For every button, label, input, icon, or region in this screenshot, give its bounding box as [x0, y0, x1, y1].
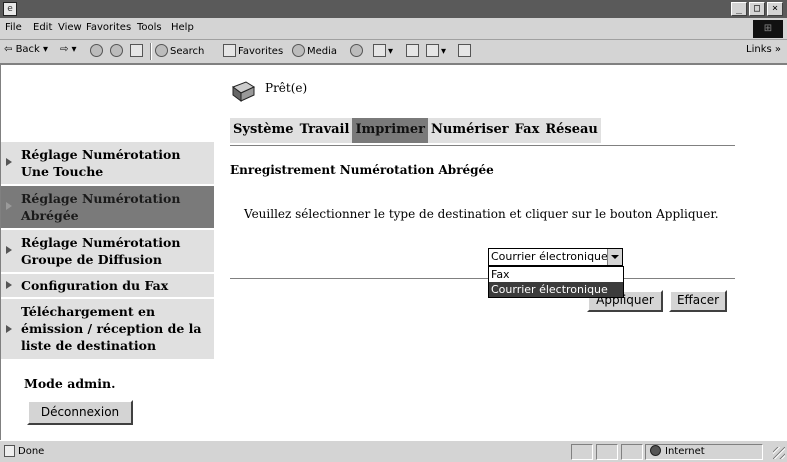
status-label: Done: [18, 446, 45, 457]
tab-system[interactable]: Système: [230, 118, 297, 143]
tab-print[interactable]: Imprimer: [352, 118, 429, 143]
resize-grip-icon[interactable]: [773, 447, 785, 459]
sidebar-item-label: Réglage Numérotation Groupe de Diffusion: [21, 235, 181, 267]
back-label: Back: [15, 44, 40, 55]
admin-mode-label: Mode admin.: [24, 376, 116, 391]
sidebar-item-download[interactable]: Téléchargement en émission / réception d…: [1, 299, 214, 359]
toolbar: ⇦ Back ▾ ⇨ ▾ Search Favorites Media ▾ ▾ …: [0, 40, 787, 64]
menu-view[interactable]: View: [58, 22, 82, 33]
print-icon[interactable]: [406, 44, 421, 57]
close-button[interactable]: ×: [767, 2, 783, 16]
menu-file[interactable]: File: [5, 22, 22, 33]
clear-button[interactable]: Effacer: [669, 290, 727, 312]
divider: [230, 278, 735, 280]
refresh-icon[interactable]: [110, 44, 125, 57]
page-title: Enregistrement Numérotation Abrégée: [230, 163, 494, 177]
zone-label: Internet: [665, 446, 705, 457]
tab-scan[interactable]: Numériser: [428, 118, 512, 143]
menu-favorites[interactable]: Favorites: [86, 22, 131, 33]
stop-icon[interactable]: [90, 44, 105, 57]
arrow-right-icon: [6, 202, 12, 210]
status-done: Done: [4, 445, 44, 457]
sidebar-item-fax-config[interactable]: Configuration du Fax: [1, 274, 214, 297]
sidebar: Réglage Numérotation Une Touche Réglage …: [1, 65, 214, 441]
destination-type-dropdown: Fax Courrier électronique: [488, 266, 624, 298]
history-icon[interactable]: [350, 44, 365, 57]
option-email[interactable]: Courrier électronique: [489, 282, 623, 297]
sidebar-item-abbreviated[interactable]: Réglage Numérotation Abrégée: [1, 186, 214, 228]
sidebar-item-label: Réglage Numérotation Une Touche: [21, 147, 181, 179]
media-label: Media: [307, 46, 338, 57]
sidebar-item-label: Configuration du Fax: [21, 278, 169, 293]
instruction-text: Veuillez sélectionner le type de destina…: [244, 207, 719, 221]
status-panel: [571, 444, 593, 460]
browser-icon: e: [3, 2, 17, 16]
maximize-button[interactable]: □: [749, 2, 765, 16]
tab-network[interactable]: Réseau: [542, 118, 601, 143]
status-text: Prêt(e): [265, 81, 308, 95]
globe-icon: [650, 445, 661, 456]
favorites-label: Favorites: [238, 46, 284, 57]
window-controls: _ □ ×: [731, 2, 783, 16]
mail-icon[interactable]: ▾: [373, 44, 393, 57]
status-bar: Done Internet: [0, 440, 787, 462]
back-button[interactable]: ⇦ Back ▾: [4, 44, 48, 55]
sidebar-item-label: Réglage Numérotation Abrégée: [21, 191, 181, 223]
sidebar-item-one-touch[interactable]: Réglage Numérotation Une Touche: [1, 142, 214, 184]
media-icon: [292, 44, 305, 57]
toolbar-separator: [150, 43, 152, 60]
links-button[interactable]: Links »: [746, 44, 781, 55]
word-icon[interactable]: ▾: [426, 44, 446, 57]
minimize-button[interactable]: _: [731, 2, 747, 16]
select-value: Courrier électronique: [491, 250, 608, 263]
destination-type-select[interactable]: Courrier électronique: [488, 248, 623, 266]
window-titlebar: e _ □ ×: [0, 0, 787, 18]
menu-tools[interactable]: Tools: [137, 22, 162, 33]
status-panel: [621, 444, 643, 460]
sidebar-item-label: Téléchargement en émission / réception d…: [21, 304, 202, 353]
search-label: Search: [170, 46, 205, 57]
logout-button[interactable]: Déconnexion: [27, 400, 133, 425]
option-fax[interactable]: Fax: [489, 267, 623, 282]
search-icon: [155, 44, 168, 57]
arrow-right-icon: [6, 158, 12, 166]
media-button[interactable]: Media: [292, 44, 337, 57]
favorites-icon: [223, 44, 236, 57]
menu-edit[interactable]: Edit: [33, 22, 52, 33]
forward-button[interactable]: ⇨ ▾: [60, 44, 77, 55]
security-zone: Internet: [645, 444, 763, 460]
home-icon[interactable]: [130, 44, 145, 57]
page-content: Réglage Numérotation Une Touche Réglage …: [0, 64, 787, 441]
chevron-down-icon[interactable]: [607, 249, 622, 265]
printer-icon: [231, 81, 256, 102]
favorites-button[interactable]: Favorites: [223, 44, 283, 57]
status-panel: [596, 444, 618, 460]
arrow-right-icon: [6, 246, 12, 254]
arrow-right-icon: [6, 281, 12, 289]
windows-logo-icon: ⊞: [753, 20, 783, 38]
menu-bar: File Edit View Favorites Tools Help ⊞: [0, 18, 787, 40]
tab-job[interactable]: Travail: [296, 118, 353, 143]
menu-help[interactable]: Help: [171, 22, 194, 33]
sidebar-item-group[interactable]: Réglage Numérotation Groupe de Diffusion: [1, 230, 214, 272]
search-button[interactable]: Search: [155, 44, 204, 57]
tab-divider: [230, 145, 735, 146]
tab-bar: Système Travail Imprimer Numériser Fax R…: [230, 118, 601, 143]
page-icon: [4, 445, 15, 457]
arrow-right-icon: [6, 325, 12, 333]
tab-fax[interactable]: Fax: [511, 118, 543, 143]
discuss-icon[interactable]: [458, 44, 473, 57]
